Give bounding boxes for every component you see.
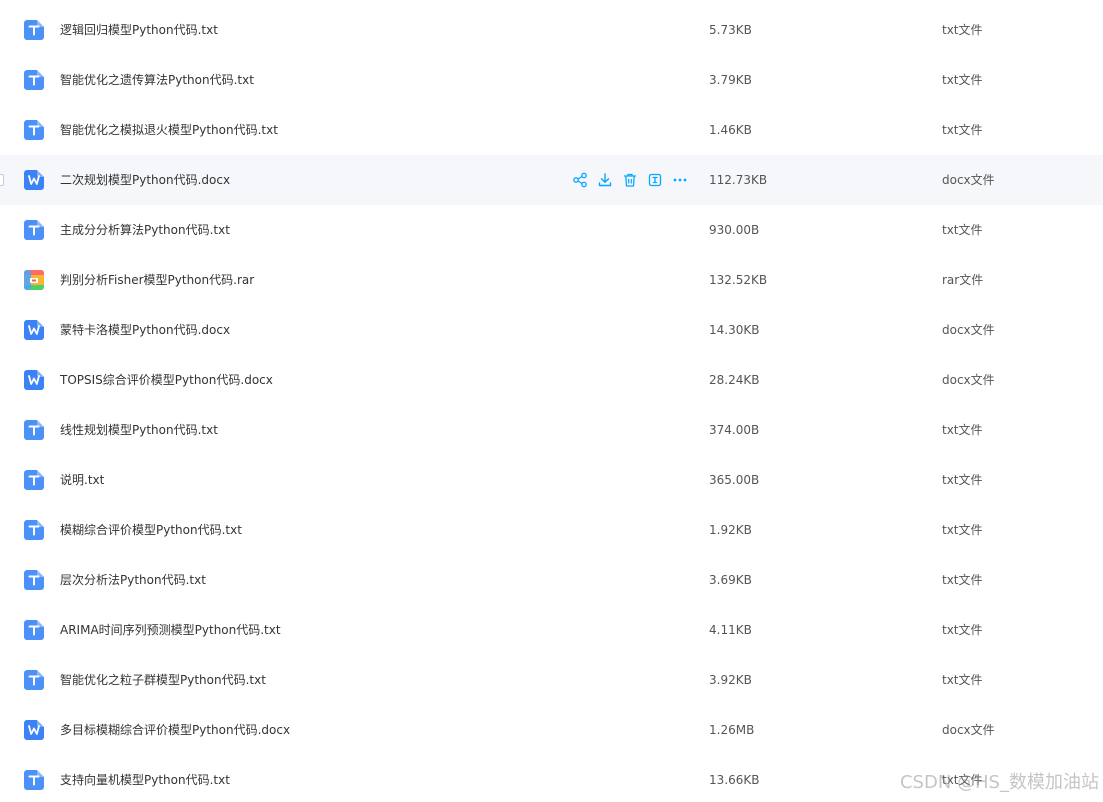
docx-file-icon — [24, 170, 44, 190]
txt-file-icon — [24, 120, 44, 140]
file-type: txt文件 — [942, 473, 983, 487]
file-size: 4.11KB — [709, 623, 752, 637]
file-list: 逻辑回归模型Python代码.txt 5.73KB txt文件 智能优化之遗传算法Py… — [0, 0, 1103, 802]
file-size: 374.00B — [709, 423, 760, 437]
file-size: 1.26MB — [709, 723, 755, 737]
file-name[interactable]: 逻辑回归模型Python代码.txt — [60, 5, 218, 55]
file-size: 112.73KB — [709, 173, 768, 187]
file-type: txt文件 — [942, 423, 983, 437]
docx-file-icon — [24, 320, 44, 340]
file-type: rar文件 — [942, 273, 984, 287]
file-size: 930.00B — [709, 223, 760, 237]
file-type: txt文件 — [942, 673, 983, 687]
txt-file-icon — [24, 470, 44, 490]
file-name[interactable]: 蒙特卡洛模型Python代码.docx — [60, 305, 230, 355]
file-name[interactable]: 二次规划模型Python代码.docx — [60, 155, 230, 205]
file-name[interactable]: 支持向量机模型Python代码.txt — [60, 755, 230, 802]
file-row[interactable]: 智能优化之粒子群模型Python代码.txt 3.92KB txt文件 — [0, 655, 1103, 705]
file-name[interactable]: TOPSIS综合评价模型Python代码.docx — [60, 355, 273, 405]
file-name[interactable]: 说明.txt — [60, 455, 104, 505]
file-row[interactable]: ARIMA时间序列预测模型Python代码.txt 4.11KB txt文件 — [0, 605, 1103, 655]
file-name[interactable]: 判别分析Fisher模型Python代码.rar — [60, 255, 254, 305]
file-type: txt文件 — [942, 523, 983, 537]
file-row[interactable]: 智能优化之遗传算法Python代码.txt 3.79KB txt文件 — [0, 55, 1103, 105]
file-name[interactable]: ARIMA时间序列预测模型Python代码.txt — [60, 605, 281, 655]
file-size: 365.00B — [709, 473, 760, 487]
file-row[interactable]: 逻辑回归模型Python代码.txt 5.73KB txt文件 — [0, 5, 1103, 55]
file-size: 132.52KB — [709, 273, 768, 287]
file-type: docx文件 — [942, 173, 995, 187]
file-row[interactable]: 说明.txt 365.00B txt文件 — [0, 455, 1103, 505]
file-name[interactable]: 线性规划模型Python代码.txt — [60, 405, 218, 455]
file-row[interactable]: 模糊综合评价模型Python代码.txt 1.92KB txt文件 — [0, 505, 1103, 555]
file-row[interactable]: TOPSIS综合评价模型Python代码.docx 28.24KB docx文件 — [0, 355, 1103, 405]
file-size: 3.92KB — [709, 673, 752, 687]
file-name[interactable]: 智能优化之遗传算法Python代码.txt — [60, 55, 254, 105]
watermark: CSDN @HS_数模加油站 — [899, 772, 1099, 793]
file-row[interactable]: 蒙特卡洛模型Python代码.docx 14.30KB docx文件 — [0, 305, 1103, 355]
row-checkbox[interactable] — [0, 174, 4, 186]
file-type: txt文件 — [942, 223, 983, 237]
file-size: 13.66KB — [709, 773, 760, 787]
file-row[interactable]: 智能优化之模拟退火模型Python代码.txt 1.46KB txt文件 — [0, 105, 1103, 155]
file-row[interactable]: 层次分析法Python代码.txt 3.69KB txt文件 — [0, 555, 1103, 605]
txt-file-icon — [24, 420, 44, 440]
file-row[interactable]: 多目标模糊综合评价模型Python代码.docx 1.26MB docx文件 — [0, 705, 1103, 755]
txt-file-icon — [24, 520, 44, 540]
file-row[interactable]: 线性规划模型Python代码.txt 374.00B txt文件 — [0, 405, 1103, 455]
file-type: txt文件 — [942, 23, 983, 37]
more-icon[interactable] — [672, 172, 688, 188]
file-type: txt文件 — [942, 73, 983, 87]
rename-icon[interactable] — [647, 172, 663, 188]
file-type: docx文件 — [942, 323, 995, 337]
file-size: 5.73KB — [709, 23, 752, 37]
txt-file-icon — [24, 70, 44, 90]
file-type: txt文件 — [942, 573, 983, 587]
download-icon[interactable] — [597, 172, 613, 188]
file-type: txt文件 — [942, 623, 983, 637]
txt-file-icon — [24, 620, 44, 640]
file-size: 1.92KB — [709, 523, 752, 537]
txt-file-icon — [24, 20, 44, 40]
file-row[interactable]: 二次规划模型Python代码.docx 112.73KB docx文件 — [0, 155, 1103, 205]
file-size: 1.46KB — [709, 123, 752, 137]
file-name[interactable]: 智能优化之粒子群模型Python代码.txt — [60, 655, 266, 705]
file-name[interactable]: 主成分分析算法Python代码.txt — [60, 205, 230, 255]
file-row[interactable]: 主成分分析算法Python代码.txt 930.00B txt文件 — [0, 205, 1103, 255]
txt-file-icon — [24, 220, 44, 240]
delete-icon[interactable] — [622, 172, 638, 188]
file-size: 3.69KB — [709, 573, 752, 587]
file-size: 28.24KB — [709, 373, 760, 387]
file-type: txt文件 — [942, 123, 983, 137]
file-name[interactable]: 模糊综合评价模型Python代码.txt — [60, 505, 242, 555]
file-name[interactable]: 多目标模糊综合评价模型Python代码.docx — [60, 705, 290, 755]
share-icon[interactable] — [572, 172, 588, 188]
file-row[interactable]: 判别分析Fisher模型Python代码.rar 132.52KB rar文件 — [0, 255, 1103, 305]
txt-file-icon — [24, 770, 44, 790]
docx-file-icon — [24, 370, 44, 390]
txt-file-icon — [24, 670, 44, 690]
file-name[interactable]: 智能优化之模拟退火模型Python代码.txt — [60, 105, 278, 155]
rar-file-icon — [24, 270, 44, 290]
row-actions — [572, 172, 688, 188]
file-name[interactable]: 层次分析法Python代码.txt — [60, 555, 206, 605]
file-size: 14.30KB — [709, 323, 760, 337]
file-type: docx文件 — [942, 723, 995, 737]
file-type: docx文件 — [942, 373, 995, 387]
docx-file-icon — [24, 720, 44, 740]
file-size: 3.79KB — [709, 73, 752, 87]
txt-file-icon — [24, 570, 44, 590]
